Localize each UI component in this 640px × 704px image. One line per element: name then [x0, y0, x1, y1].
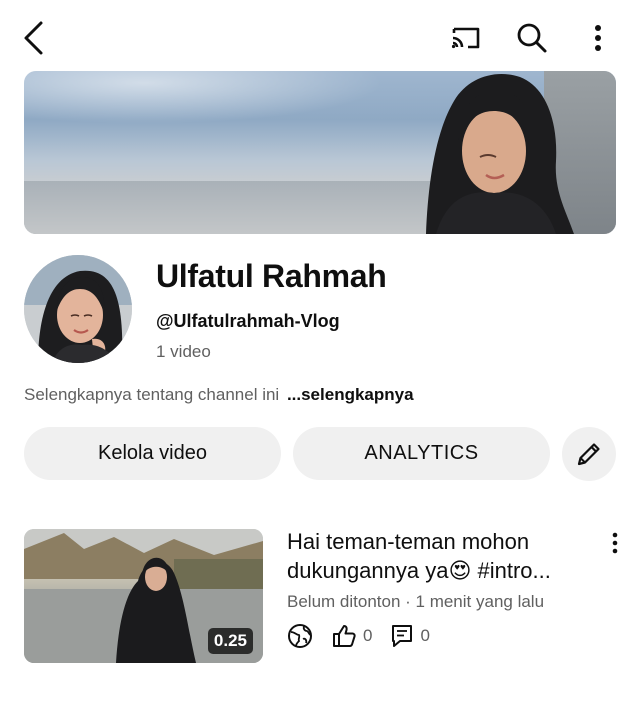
top-app-bar [0, 0, 640, 72]
search-icon [517, 23, 547, 53]
manage-videos-button[interactable]: Kelola video [24, 427, 281, 480]
thumbs-up-icon [333, 625, 356, 647]
channel-avatar[interactable] [24, 255, 132, 363]
comment-count-value: 0 [420, 626, 430, 645]
channel-about[interactable]: Selengkapnya tentang channel ini ...sele… [24, 385, 414, 405]
visibility-status[interactable] [287, 623, 313, 649]
video-meta: Belum ditonton · 1 menit yang lalu [287, 592, 545, 611]
more-vertical-icon [612, 532, 618, 554]
video-more-button[interactable] [600, 528, 630, 558]
comment-icon [392, 625, 413, 647]
banner-person [426, 74, 574, 234]
about-text: Selengkapnya tentang channel ini [24, 385, 280, 404]
back-button[interactable] [13, 16, 57, 60]
cast-icon [451, 27, 480, 49]
video-count: 1 video [156, 342, 211, 361]
more-vertical-icon [595, 25, 601, 51]
avatar-image [24, 255, 132, 363]
channel-handle: @Ulfatulrahmah-Vlog [156, 311, 340, 331]
like-count[interactable]: 0 [331, 623, 372, 649]
comment-count[interactable]: 0 [390, 623, 430, 649]
video-thumbnail[interactable]: 0.25 [24, 529, 263, 663]
edit-channel-button[interactable] [562, 427, 616, 481]
chevron-left-icon [24, 21, 43, 55]
video-stats: 0 0 [287, 622, 448, 650]
cast-button[interactable] [444, 16, 488, 60]
video-title[interactable]: Hai teman-teman mohon dukungannya ya😍 #i… [287, 527, 592, 585]
search-button[interactable] [510, 16, 554, 60]
banner-wave [24, 71, 424, 131]
more-options-button[interactable] [576, 16, 620, 60]
about-more-link[interactable]: ...selengkapnya [287, 385, 414, 404]
globe-icon [288, 624, 312, 648]
pencil-icon [577, 443, 600, 466]
like-count-value: 0 [363, 626, 373, 645]
video-duration: 0.25 [207, 628, 253, 654]
channel-banner[interactable] [24, 71, 616, 234]
analytics-button[interactable]: ANALYTICS [293, 427, 550, 480]
channel-name: Ulfatul Rahmah [156, 258, 387, 294]
